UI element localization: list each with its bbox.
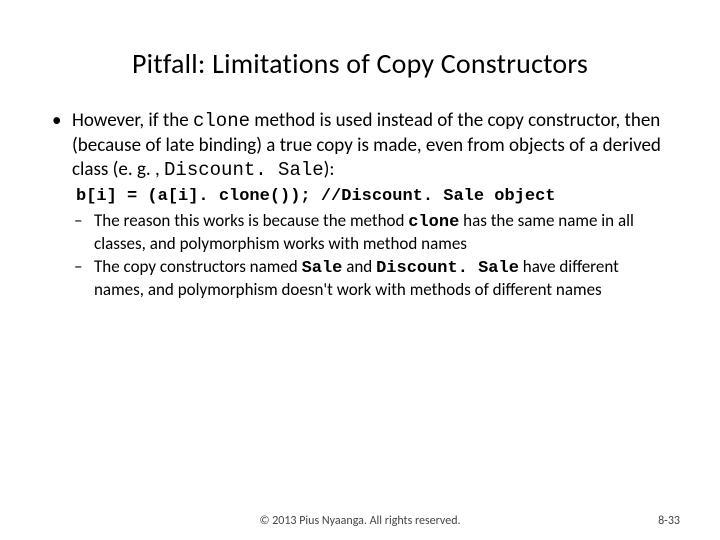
- sub-bullet-reason-1: The reason this works is because the met…: [72, 210, 672, 255]
- bullet-list-lvl2: b[i] = (a[i]. clone()); //Discount. Sale…: [72, 186, 672, 300]
- slide: Pitfall: Limitations of Copy Constructor…: [0, 0, 720, 540]
- code-inline-sale: Sale: [302, 259, 343, 278]
- text-fragment: ):: [324, 158, 335, 181]
- code-inline-discount-sale: Discount. Sale: [164, 159, 324, 181]
- copyright-text: © 2013 Pius Nyaanga. All rights reserved…: [259, 514, 460, 528]
- text-fragment: However, if the: [72, 109, 193, 132]
- slide-title: Pitfall: Limitations of Copy Constructor…: [48, 0, 672, 109]
- page-number: 8-33: [658, 514, 680, 528]
- bullet-list-lvl1: However, if the clone method is used ins…: [48, 109, 672, 301]
- text-fragment: The copy constructors named: [94, 256, 302, 277]
- slide-body: However, if the clone method is used ins…: [48, 109, 672, 301]
- text-fragment: and: [342, 256, 376, 277]
- code-line: b[i] = (a[i]. clone()); //Discount. Sale…: [72, 186, 672, 207]
- sub-bullet-reason-2: The copy constructors named Sale and Dis…: [72, 256, 672, 301]
- code-inline-clone: clone: [193, 110, 250, 132]
- code-inline-clone-bold: clone: [408, 213, 459, 232]
- bullet-item-main: However, if the clone method is used ins…: [48, 109, 672, 301]
- code-inline-discount-sale-bold: Discount. Sale: [376, 259, 519, 278]
- text-fragment: The reason this works is because the met…: [94, 210, 408, 231]
